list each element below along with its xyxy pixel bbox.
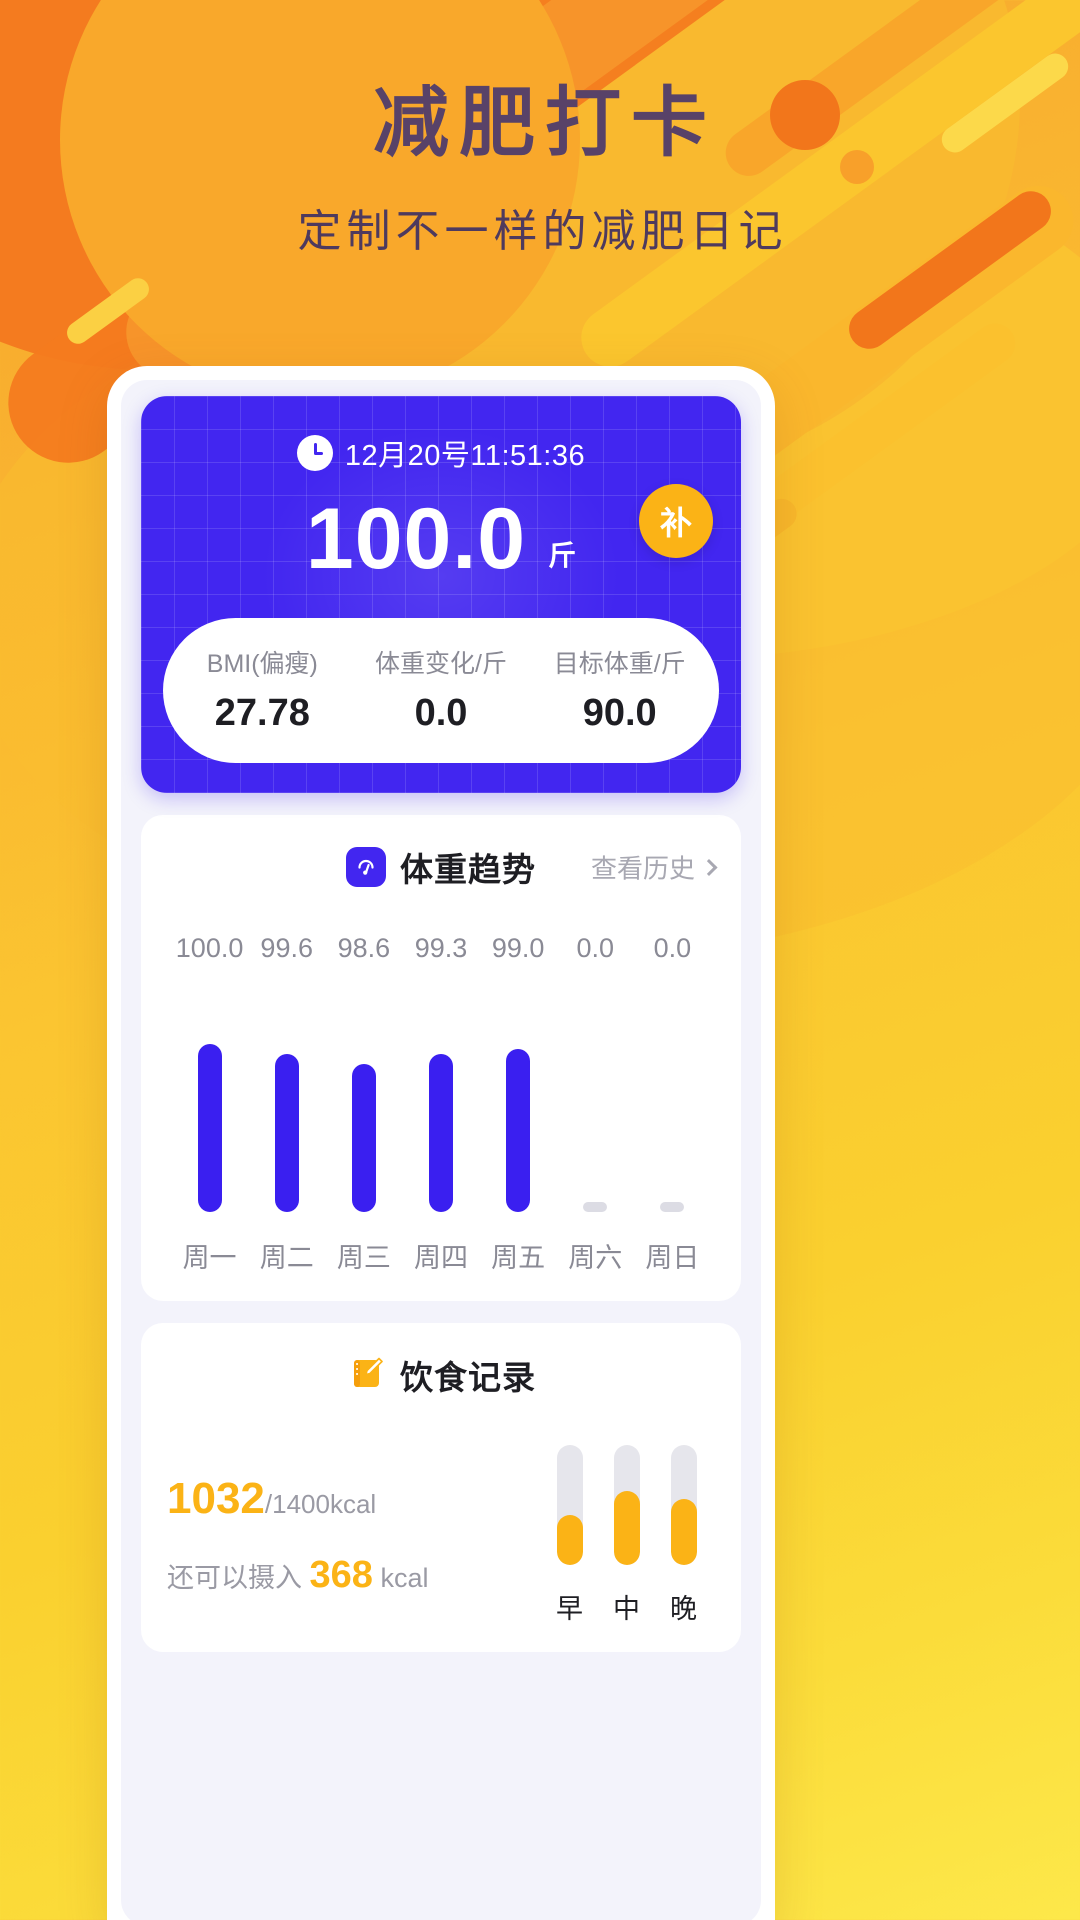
weight-summary-card: 12月20号11:51:36 100.0 斤 补 BMI(偏瘦) 27.78 体… [141, 396, 741, 793]
chart-value-label: 98.6 [337, 933, 391, 963]
chart-bar [583, 1202, 608, 1212]
meal-bars: 早 中 晚 [556, 1445, 715, 1626]
calories-consumed-value: 1032 [167, 1474, 265, 1523]
diet-record-body: 1032/1400kcal 还可以摄入 368 kcal 早 中 晚 [167, 1445, 715, 1626]
calories-remaining-row: 还可以摄入 368 kcal [167, 1554, 556, 1597]
chart-value-label: 99.3 [414, 933, 468, 963]
page-title: 减肥打卡 [373, 81, 717, 166]
chart-column[interactable]: 98.6 周三 [325, 933, 402, 1275]
promo-header: 减肥打卡 定制不一样的减肥日记 [0, 78, 1080, 259]
chart-day-label: 周一 [182, 1243, 237, 1273]
stat-target-weight: 目标体重/斤 90.0 [530, 644, 709, 735]
chart-bar [274, 1054, 299, 1212]
stat-bmi: BMI(偏瘦) 27.78 [173, 644, 352, 735]
meal-label: 中 [613, 1594, 640, 1624]
chart-day-label: 周二 [259, 1243, 314, 1273]
view-history-link[interactable]: 查看历史 [590, 849, 718, 886]
current-weight-value: 100.0 [305, 491, 527, 587]
chart-value-label: 99.0 [491, 933, 545, 963]
stat-target-weight-value: 90.0 [582, 692, 657, 734]
chart-day-label: 周五 [491, 1243, 546, 1273]
chart-value-label: 99.6 [260, 933, 313, 963]
scale-icon [346, 847, 386, 887]
chart-day-label: 周六 [568, 1243, 623, 1273]
diet-record-card: 饮食记录 1032/1400kcal 还可以摄入 368 kcal 早 中 晚 [141, 1323, 741, 1652]
chart-bar [197, 1044, 222, 1212]
meal-breakfast[interactable]: 早 [556, 1445, 583, 1626]
stat-target-weight-label: 目标体重/斤 [553, 650, 686, 678]
clock-icon [296, 435, 333, 471]
calories-remaining-prefix: 还可以摄入 [167, 1563, 302, 1593]
weight-unit-label: 斤 [548, 540, 577, 571]
weight-bar-chart: 100.0 周一 99.6 周二 98.6 周三 99.3 周四 99.0 周五… [167, 933, 715, 1275]
meal-fill [670, 1499, 697, 1565]
chart-column[interactable]: 99.0 周五 [480, 933, 557, 1275]
view-history-label: 查看历史 [590, 853, 695, 884]
meal-lunch[interactable]: 中 [613, 1445, 640, 1626]
meal-fill [556, 1514, 583, 1565]
chart-column[interactable]: 99.3 周四 [402, 933, 479, 1275]
notebook-pencil-icon [346, 1353, 386, 1398]
chart-column[interactable]: 0.0 周日 [634, 933, 711, 1275]
chart-bar [506, 1049, 531, 1212]
calories-remaining-suffix: kcal [380, 1563, 429, 1593]
chart-bar [660, 1202, 685, 1212]
weight-trend-card: 体重趋势 查看历史 100.0 周一 99.6 周二 98.6 周三 99.3 … [141, 815, 741, 1301]
chart-value-label: 0.0 [576, 933, 615, 963]
chart-column[interactable]: 99.6 周二 [248, 933, 325, 1275]
stat-weight-change-value: 0.0 [414, 692, 468, 734]
calories-remaining-value: 368 [309, 1554, 373, 1596]
current-datetime: 12月20号11:51:36 [344, 440, 586, 472]
current-weight-row: 100.0 斤 补 [163, 484, 719, 587]
meal-label: 晚 [670, 1594, 697, 1624]
date-row: 12月20号11:51:36 [163, 432, 719, 474]
chart-bar [351, 1064, 376, 1212]
stat-bmi-label: BMI(偏瘦) [206, 650, 318, 678]
page-subtitle: 定制不一样的减肥日记 [297, 207, 788, 257]
diet-record-title: 饮食记录 [400, 1359, 536, 1396]
stat-weight-change: 体重变化/斤 0.0 [352, 644, 531, 735]
calories-goal-suffix: /1400kcal [264, 1489, 377, 1519]
app-screen: 12月20号11:51:36 100.0 斤 补 BMI(偏瘦) 27.78 体… [121, 380, 761, 1920]
meal-dinner[interactable]: 晚 [670, 1445, 697, 1626]
chart-bar [428, 1054, 453, 1212]
diet-record-header: 饮食记录 [167, 1351, 715, 1399]
chart-value-label: 0.0 [653, 933, 692, 963]
meal-label: 早 [556, 1594, 583, 1624]
weight-trend-header: 体重趋势 查看历史 [167, 843, 718, 891]
supplement-record-button[interactable]: 补 [639, 484, 713, 558]
chart-column[interactable]: 100.0 周一 [171, 933, 248, 1275]
meal-fill [613, 1490, 640, 1565]
phone-mockup: 12月20号11:51:36 100.0 斤 补 BMI(偏瘦) 27.78 体… [107, 366, 775, 1920]
chart-day-label: 周日 [645, 1243, 700, 1273]
chart-day-label: 周四 [413, 1243, 468, 1273]
chart-column[interactable]: 0.0 周六 [557, 933, 634, 1275]
stats-pill: BMI(偏瘦) 27.78 体重变化/斤 0.0 目标体重/斤 90.0 [163, 618, 719, 763]
chart-value-label: 100.0 [175, 933, 244, 963]
weight-trend-title: 体重趋势 [400, 851, 536, 888]
stat-weight-change-label: 体重变化/斤 [375, 650, 507, 678]
stat-bmi-value: 27.78 [214, 692, 310, 734]
chart-day-label: 周三 [336, 1243, 391, 1273]
calories-consumed-row: 1032/1400kcal [167, 1474, 556, 1524]
chevron-right-icon [700, 858, 718, 876]
